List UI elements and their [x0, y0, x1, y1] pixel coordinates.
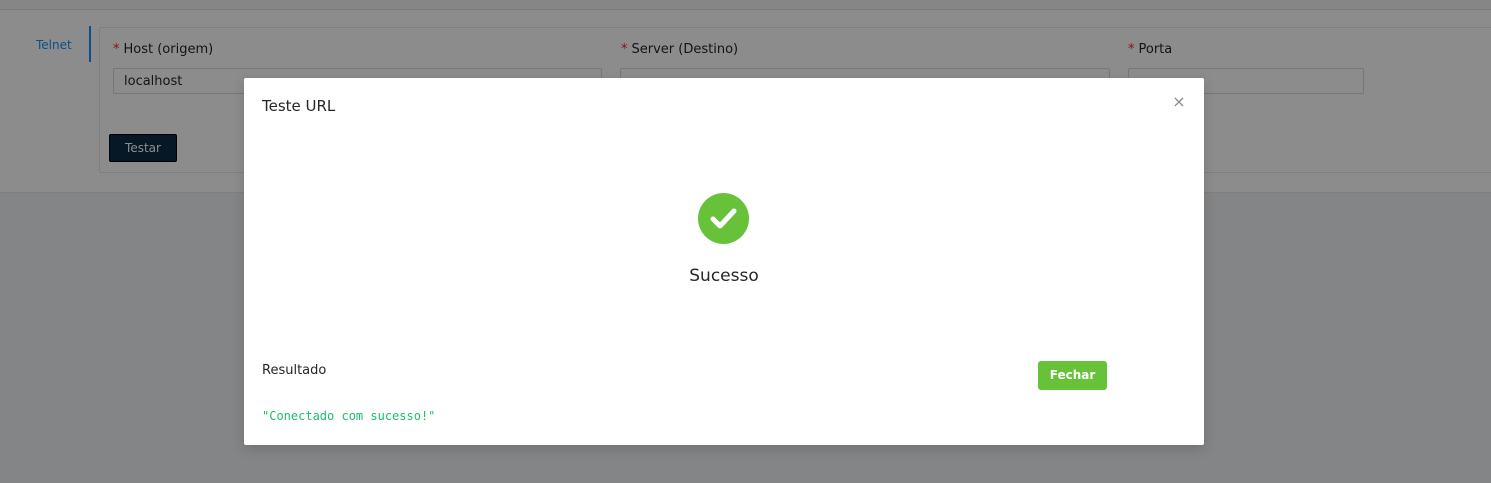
modal-title: Teste URL: [262, 97, 336, 115]
close-button[interactable]: Fechar: [1038, 361, 1107, 390]
close-icon[interactable]: ×: [1171, 94, 1187, 110]
check-circle-icon: [698, 193, 749, 244]
check-mark-icon: [710, 208, 737, 229]
test-url-modal: Teste URL × Sucesso Resultado Fechar "Co…: [244, 78, 1204, 445]
page: Telnet * Host (origem) localhost * Server …: [0, 0, 1491, 483]
status-text: Sucesso: [689, 266, 759, 286]
result-label: Resultado: [262, 363, 327, 378]
result-value: "Conectado com sucesso!": [262, 409, 436, 423]
